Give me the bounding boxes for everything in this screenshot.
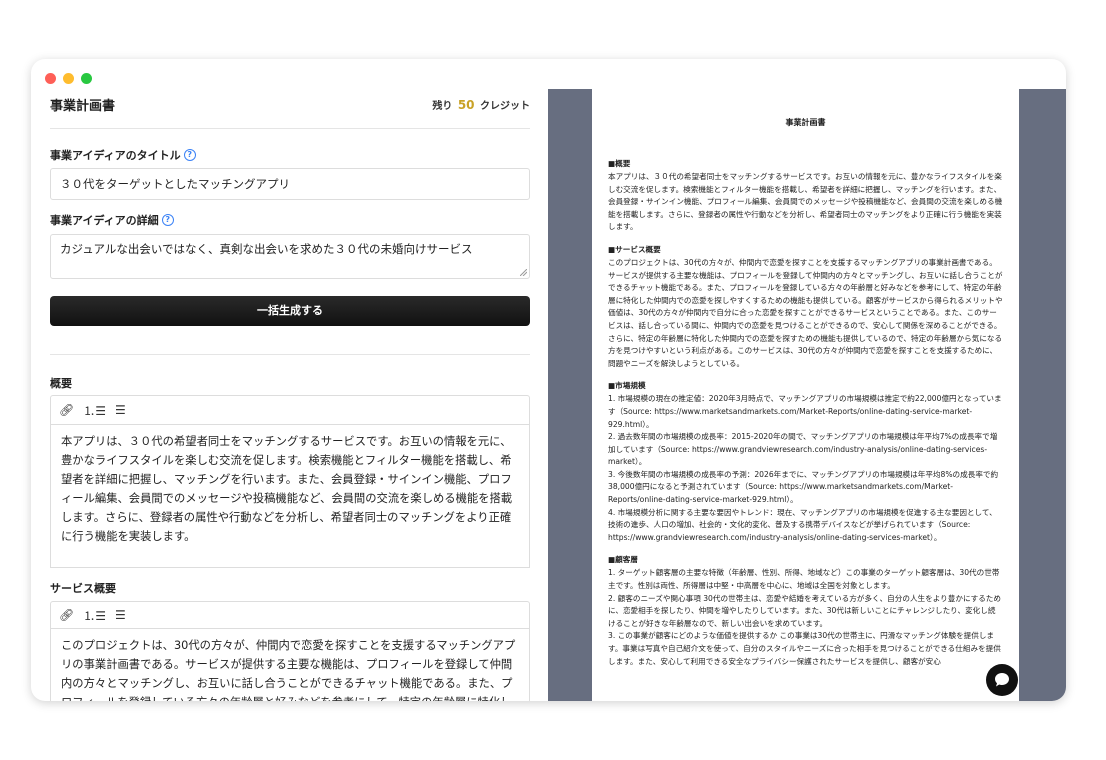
ordered-list-icon[interactable]: ⒈☰ [83, 402, 106, 419]
document-preview[interactable]: 事業計画書 ■概要 本アプリは、３０代の希望者同士をマッチングするサービスです。… [592, 89, 1019, 701]
doc-body: 本アプリは、３０代の希望者同士をマッチングするサービスです。お互いの情報を元に、… [608, 172, 1003, 232]
resize-handle-icon[interactable] [520, 269, 527, 276]
document-section-service: ■サービス概要 このプロジェクトは、30代の方々が、仲間内で恋愛を探すことを支援… [608, 244, 1003, 370]
chat-bubble-icon [995, 673, 1009, 687]
maximize-dot[interactable] [81, 73, 92, 84]
doc-heading: ■市場規模 [608, 381, 646, 391]
service-text[interactable]: このプロジェクトは、30代の方々が、仲間内で恋愛を探すことを支援するマッチングア… [50, 629, 530, 701]
bullet-list-icon[interactable]: ☰ [115, 608, 126, 622]
bullet-list-icon[interactable]: ☰ [115, 403, 126, 417]
link-icon[interactable]: 🔗︎ [59, 403, 74, 417]
title-field-label: 事業アイディアのタイトル ? [50, 147, 196, 163]
minimize-dot[interactable] [63, 73, 74, 84]
credits-suffix: クレジット [480, 101, 530, 112]
help-icon[interactable]: ? [183, 149, 196, 161]
preview-panel: 事業計画書 ■概要 本アプリは、３０代の希望者同士をマッチングするサービスです。… [548, 89, 1066, 701]
overview-editor: 🔗︎ ⒈☰ ☰ 本アプリは、３０代の希望者同士をマッチングするサービスです。お互… [50, 395, 530, 568]
document-section-market: ■市場規模 1. 市場規模の現在の推定値：2020年3月時点で、マッチングアプリ… [608, 380, 1003, 544]
close-dot[interactable] [45, 73, 56, 84]
app-window: 事業計画書 残り 50 クレジット 事業アイディアのタイトル ? 事業アイディア… [31, 59, 1066, 701]
editor-panel: 事業計画書 残り 50 クレジット 事業アイディアのタイトル ? 事業アイディア… [50, 89, 530, 701]
credits-prefix: 残り [432, 101, 453, 112]
section-label-overview: 概要 [50, 377, 72, 390]
page-title: 事業計画書 [50, 99, 116, 114]
doc-body: 1. 市場規模の現在の推定値：2020年3月時点で、マッチングアプリの市場規模は… [608, 394, 1002, 542]
editor-toolbar: 🔗︎ ⒈☰ ☰ [50, 395, 530, 425]
document-title: 事業計画書 [785, 118, 826, 127]
section-divider [50, 354, 530, 355]
doc-heading: ■概要 [608, 159, 631, 168]
detail-textarea[interactable]: カジュアルな出会いではなく、真剣な出会いを求めた３０代の未婚向けサービス [50, 234, 530, 279]
doc-body: 1. ターゲット顧客層の主要な特徴（年齢層、性別、所得、地域など）この事業のター… [608, 568, 1001, 666]
chat-button[interactable] [986, 664, 1018, 696]
credits-badge: 残り 50 クレジット [432, 97, 530, 112]
link-icon[interactable]: 🔗︎ [59, 608, 74, 622]
editor-toolbar: 🔗︎ ⒈☰ ☰ [50, 601, 530, 629]
title-label-text: 事業アイディアのタイトル [50, 149, 181, 162]
service-editor: 🔗︎ ⒈☰ ☰ このプロジェクトは、30代の方々が、仲間内で恋愛を探すことを支援… [50, 601, 530, 701]
detail-label-text: 事業アイディアの詳細 [50, 214, 159, 227]
credits-value: 50 [457, 98, 475, 112]
overview-text[interactable]: 本アプリは、３０代の希望者同士をマッチングするサービスです。お互いの情報を元に、… [50, 425, 530, 568]
ordered-list-icon[interactable]: ⒈☰ [83, 607, 106, 624]
help-icon[interactable]: ? [161, 214, 174, 226]
window-controls [45, 73, 92, 84]
detail-field-label: 事業アイディアの詳細 ? [50, 212, 174, 228]
doc-heading: ■サービス概要 [608, 244, 661, 254]
panel-header: 事業計画書 残り 50 クレジット [50, 89, 530, 129]
doc-body: このプロジェクトは、30代の方々が、仲間内で恋愛を探すことを支援するマッチングア… [608, 257, 1003, 368]
section-label-service: サービス概要 [50, 582, 116, 595]
doc-heading: ■顧客層 [608, 555, 638, 565]
document-section-overview: ■概要 本アプリは、３０代の希望者同士をマッチングするサービスです。お互いの情報… [608, 158, 1003, 234]
detail-value: カジュアルな出会いではなく、真剣な出会いを求めた３０代の未婚向けサービス [60, 242, 473, 256]
title-input[interactable] [50, 168, 530, 200]
generate-button[interactable]: 一括生成する [50, 296, 530, 326]
document-section-customers: ■顧客層 1. ターゲット顧客層の主要な特徴（年齢層、性別、所得、地域など）この… [608, 554, 1003, 668]
